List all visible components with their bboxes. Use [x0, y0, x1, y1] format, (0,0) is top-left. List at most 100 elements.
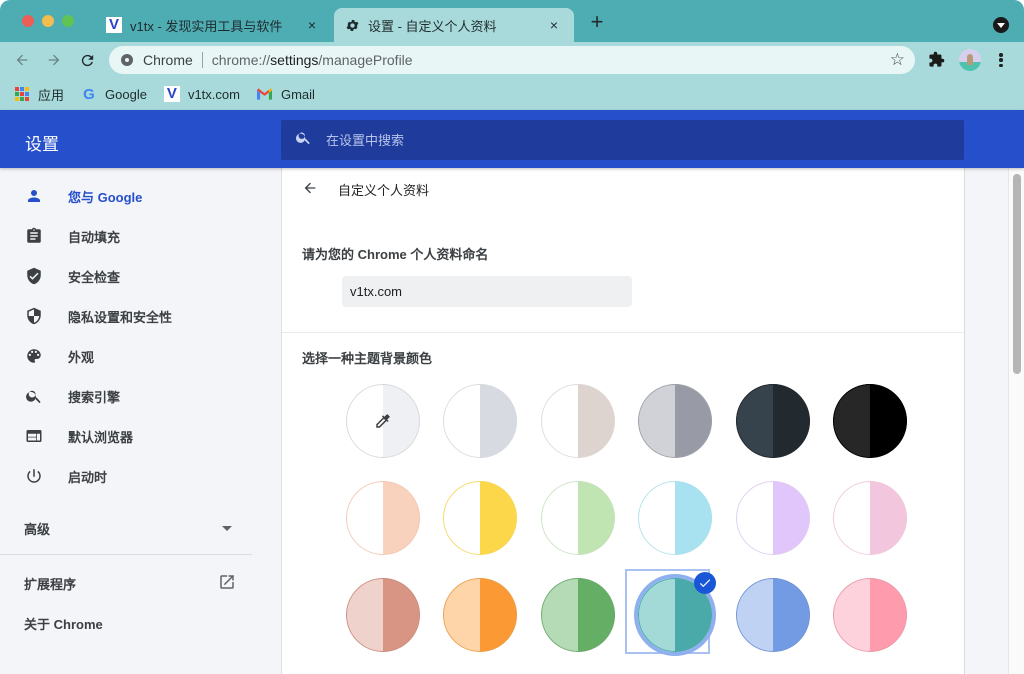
new-tab-button[interactable]: +	[586, 11, 608, 34]
settings-title: 设置	[25, 135, 59, 154]
swatch-outline	[346, 481, 420, 555]
window-close-button[interactable]	[22, 15, 34, 27]
tab-title: v1tx - 发现实用工具与软件	[130, 18, 283, 34]
sidebar-item-extensions[interactable]: 扩展程序	[24, 571, 236, 595]
sidebar-item-default-browser[interactable]: 默认浏览器	[0, 416, 265, 456]
swatch-outline	[833, 384, 907, 458]
manage-profile-card: 自定义个人资料 请为您的 Chrome 个人资料命名 选择一种主题背景颜色	[281, 168, 965, 674]
profile-avatar[interactable]	[959, 49, 981, 71]
reload-button[interactable]	[77, 50, 97, 70]
eyedropper-icon	[374, 412, 392, 435]
chrome-icon	[121, 54, 133, 66]
omnibox-separator	[201, 52, 203, 68]
color-swatch-pink[interactable]	[833, 481, 907, 555]
color-swatch-grey[interactable]	[638, 384, 712, 458]
swatch-outline	[346, 578, 420, 652]
profile-name-input[interactable]	[342, 276, 632, 307]
chevron-down-icon	[222, 525, 232, 531]
bookmark-google[interactable]: G Google	[81, 85, 147, 103]
tab-search-button[interactable]	[993, 17, 1009, 33]
settings-search[interactable]	[281, 120, 964, 160]
color-swatch-lavender[interactable]	[736, 481, 810, 555]
scrollbar-thumb[interactable]	[1013, 174, 1021, 374]
bookmark-gmail[interactable]: Gmail	[257, 86, 315, 102]
sidebar-item-autofill[interactable]: 自动填充	[0, 216, 265, 256]
palette-icon	[24, 346, 44, 366]
swatch-outline	[833, 481, 907, 555]
tab-settings[interactable]: 设置 - 自定义个人资料 ×	[334, 8, 574, 42]
tab-title: 设置 - 自定义个人资料	[368, 18, 497, 34]
window-zoom-button[interactable]	[62, 15, 74, 27]
tab-strip: V v1tx - 发现实用工具与软件 × 设置 - 自定义个人资料 × +	[0, 0, 1024, 42]
window-minimize-button[interactable]	[42, 15, 54, 27]
color-swatch-rose[interactable]	[833, 578, 907, 652]
sidebar-item-appearance[interactable]: 外观	[0, 336, 265, 376]
extensions-puzzle-icon[interactable]	[928, 51, 945, 73]
sidebar-item-you-and-google[interactable]: 您与 Google	[0, 176, 265, 216]
swatch-outline	[541, 481, 615, 555]
swatch-outline	[443, 578, 517, 652]
sidebar-item-on-startup[interactable]: 启动时	[0, 456, 265, 496]
settings-search-input[interactable]	[326, 132, 886, 148]
browser-window-icon	[24, 426, 44, 446]
more-menu-icon[interactable]	[996, 51, 1006, 69]
swatch-outline	[443, 384, 517, 458]
v1tx-logo-icon: V	[163, 86, 180, 102]
sidebar-item-safety-check[interactable]: 安全检查	[0, 256, 265, 296]
tab-v1tx[interactable]: V v1tx - 发现实用工具与软件 ×	[96, 8, 332, 42]
bookmark-apps[interactable]: 应用	[14, 85, 64, 104]
sidebar-item-about-chrome[interactable]: 关于 Chrome	[24, 611, 236, 635]
color-swatch-light-cyan[interactable]	[638, 481, 712, 555]
tab-close-button[interactable]: ×	[546, 17, 562, 33]
color-swatch-light-green[interactable]	[541, 481, 615, 555]
swatch-outline	[638, 384, 712, 458]
profile-name-label: 请为您的 Chrome 个人资料命名	[302, 247, 489, 262]
gear-icon	[344, 17, 360, 33]
gmail-icon	[257, 86, 273, 102]
color-swatch-blue[interactable]	[736, 578, 810, 652]
color-swatch-peach[interactable]	[346, 481, 420, 555]
sidebar-item-search-engine[interactable]: 搜索引擎	[0, 376, 265, 416]
v1tx-logo-icon: V	[106, 17, 122, 33]
selected-check-icon	[694, 572, 716, 594]
swatch-outline	[638, 481, 712, 555]
color-swatch-orange[interactable]	[443, 578, 517, 652]
back-button[interactable]	[12, 50, 32, 70]
bookmarks-bar: 应用 G Google V v1tx.com Gmail	[0, 78, 1024, 110]
search-icon	[295, 129, 312, 151]
swatch-outline	[541, 578, 615, 652]
swatch-outline	[736, 578, 810, 652]
color-swatch-custom-color[interactable]	[346, 384, 420, 458]
site-chip[interactable]: Chrome	[143, 52, 193, 68]
color-swatch-warm-grey[interactable]	[541, 384, 615, 458]
open-in-new-icon	[218, 573, 236, 594]
toolbar: Chrome chrome://settings/manageProfile ☆	[0, 42, 1024, 78]
bookmark-star-icon[interactable]: ☆	[890, 50, 905, 70]
swatch-outline	[833, 578, 907, 652]
swatch-outline	[541, 384, 615, 458]
settings-header: 设置	[0, 110, 1024, 168]
sidebar-divider	[0, 554, 252, 555]
color-swatch-black[interactable]	[833, 384, 907, 458]
theme-color-label: 选择一种主题背景颜色	[302, 351, 433, 366]
color-swatch-green[interactable]	[541, 578, 615, 652]
tab-close-button[interactable]: ×	[304, 17, 320, 33]
person-icon	[24, 186, 44, 206]
color-swatch-dark-slate[interactable]	[736, 384, 810, 458]
sidebar-item-privacy[interactable]: 隐私设置和安全性	[0, 296, 265, 336]
url-text[interactable]: chrome://settings/manageProfile	[212, 52, 413, 68]
bookmark-v1tx[interactable]: V v1tx.com	[163, 86, 240, 102]
color-swatch-grey-default[interactable]	[443, 384, 517, 458]
power-icon	[24, 466, 44, 486]
color-swatch-terracotta[interactable]	[346, 578, 420, 652]
apps-grid-icon	[14, 86, 30, 102]
forward-button[interactable]	[44, 50, 64, 70]
address-bar[interactable]: Chrome chrome://settings/manageProfile ☆	[109, 46, 915, 74]
color-swatch-yellow[interactable]	[443, 481, 517, 555]
back-arrow-button[interactable]	[300, 178, 320, 198]
settings-sidebar: 您与 Google 自动填充 安全检查 隐私设置和安全性 外观 搜索引擎 默认浏…	[0, 168, 281, 674]
google-icon: G	[83, 85, 95, 103]
sidebar-advanced-toggle[interactable]: 高级	[24, 516, 234, 540]
arrow-left-icon	[304, 182, 316, 194]
arrow-left-icon	[16, 54, 28, 66]
